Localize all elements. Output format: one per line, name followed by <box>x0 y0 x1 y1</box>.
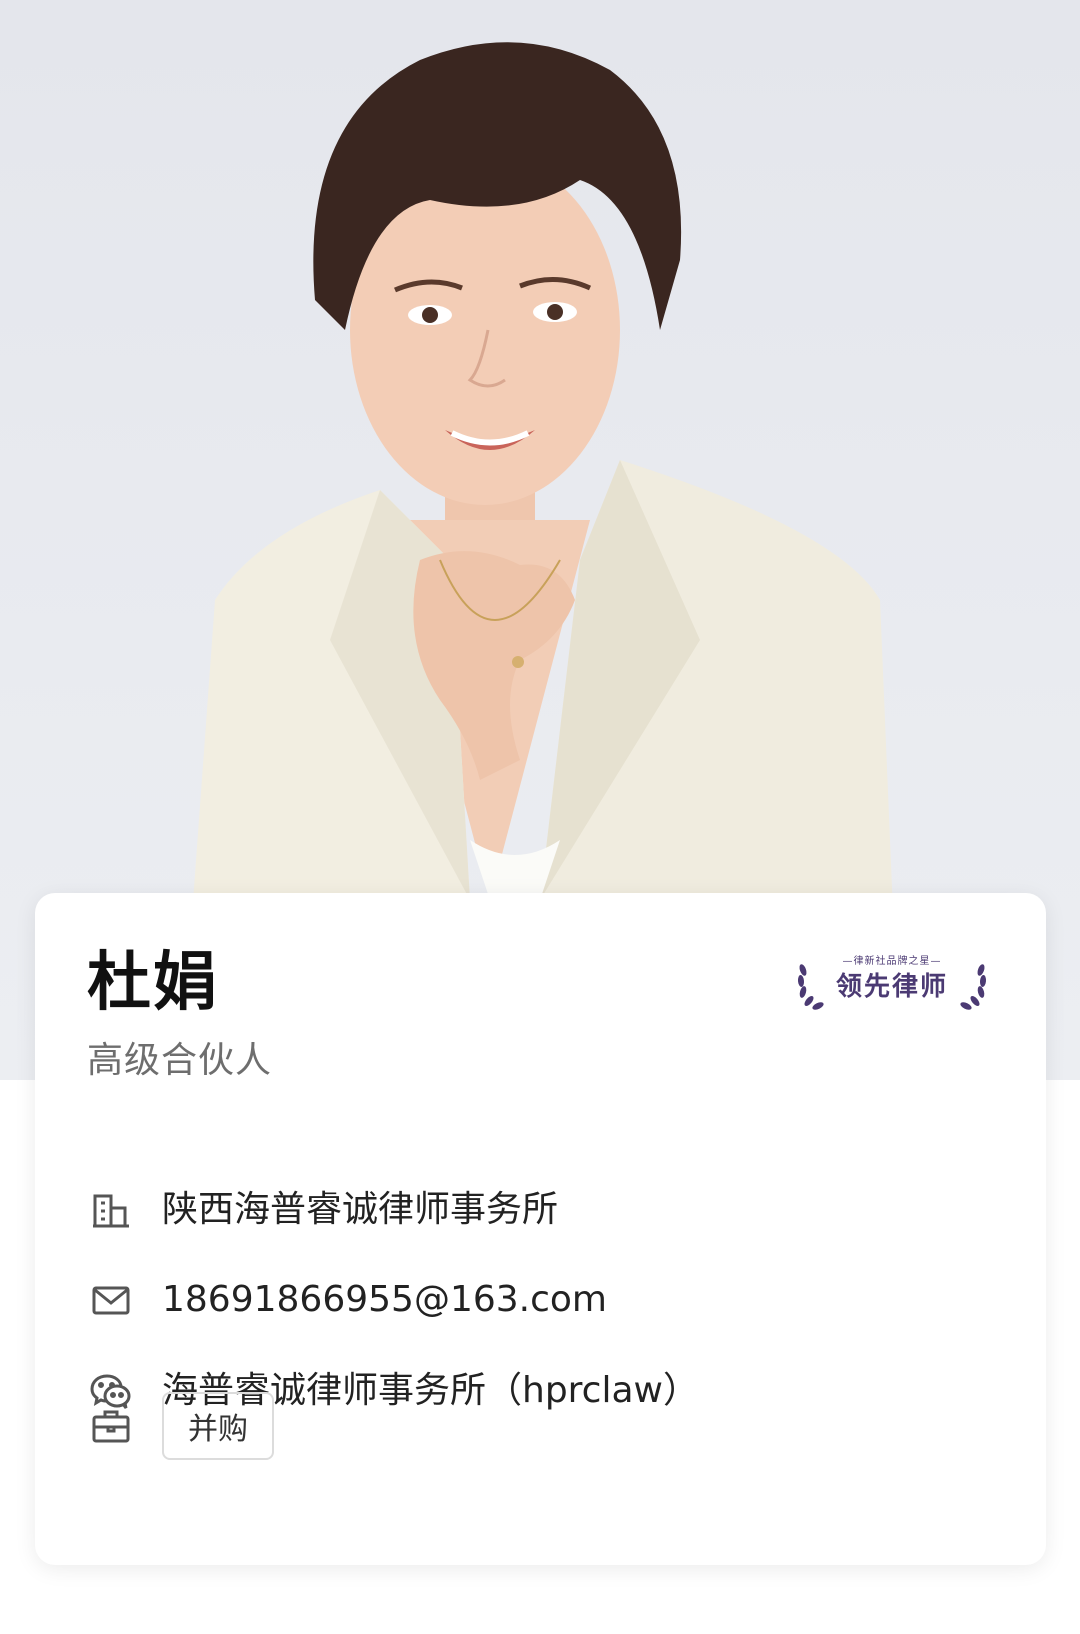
practice-area-row: 并购 <box>90 1386 274 1466</box>
profile-page: 杜娟 高级合伙人 —律新社品牌之星— 领先律师 陕西海普睿诚律师事务所 1869… <box>0 0 1080 1634</box>
building-icon <box>90 1189 132 1231</box>
profile-card: 杜娟 高级合伙人 —律新社品牌之星— 领先律师 陕西海普睿诚律师事务所 1869… <box>35 893 1046 1565</box>
leading-lawyer-badge: —律新社品牌之星— 领先律师 <box>793 950 991 1014</box>
briefcase-icon <box>90 1405 132 1447</box>
company-row: 陕西海普睿诚律师事务所 <box>90 1180 558 1240</box>
company-name: 陕西海普睿诚律师事务所 <box>162 1189 559 1230</box>
profile-name: 杜娟 <box>87 946 219 1020</box>
profile-title: 高级合伙人 <box>87 1040 273 1081</box>
badge-subtitle: —律新社品牌之星— <box>842 956 942 967</box>
mail-icon <box>90 1279 132 1321</box>
badge-label: 领先律师 <box>835 972 948 1002</box>
practice-tag[interactable]: 并购 <box>162 1392 274 1460</box>
email-row[interactable]: 18691866955@163.com <box>90 1270 607 1330</box>
email-address[interactable]: 18691866955@163.com <box>162 1282 607 1318</box>
